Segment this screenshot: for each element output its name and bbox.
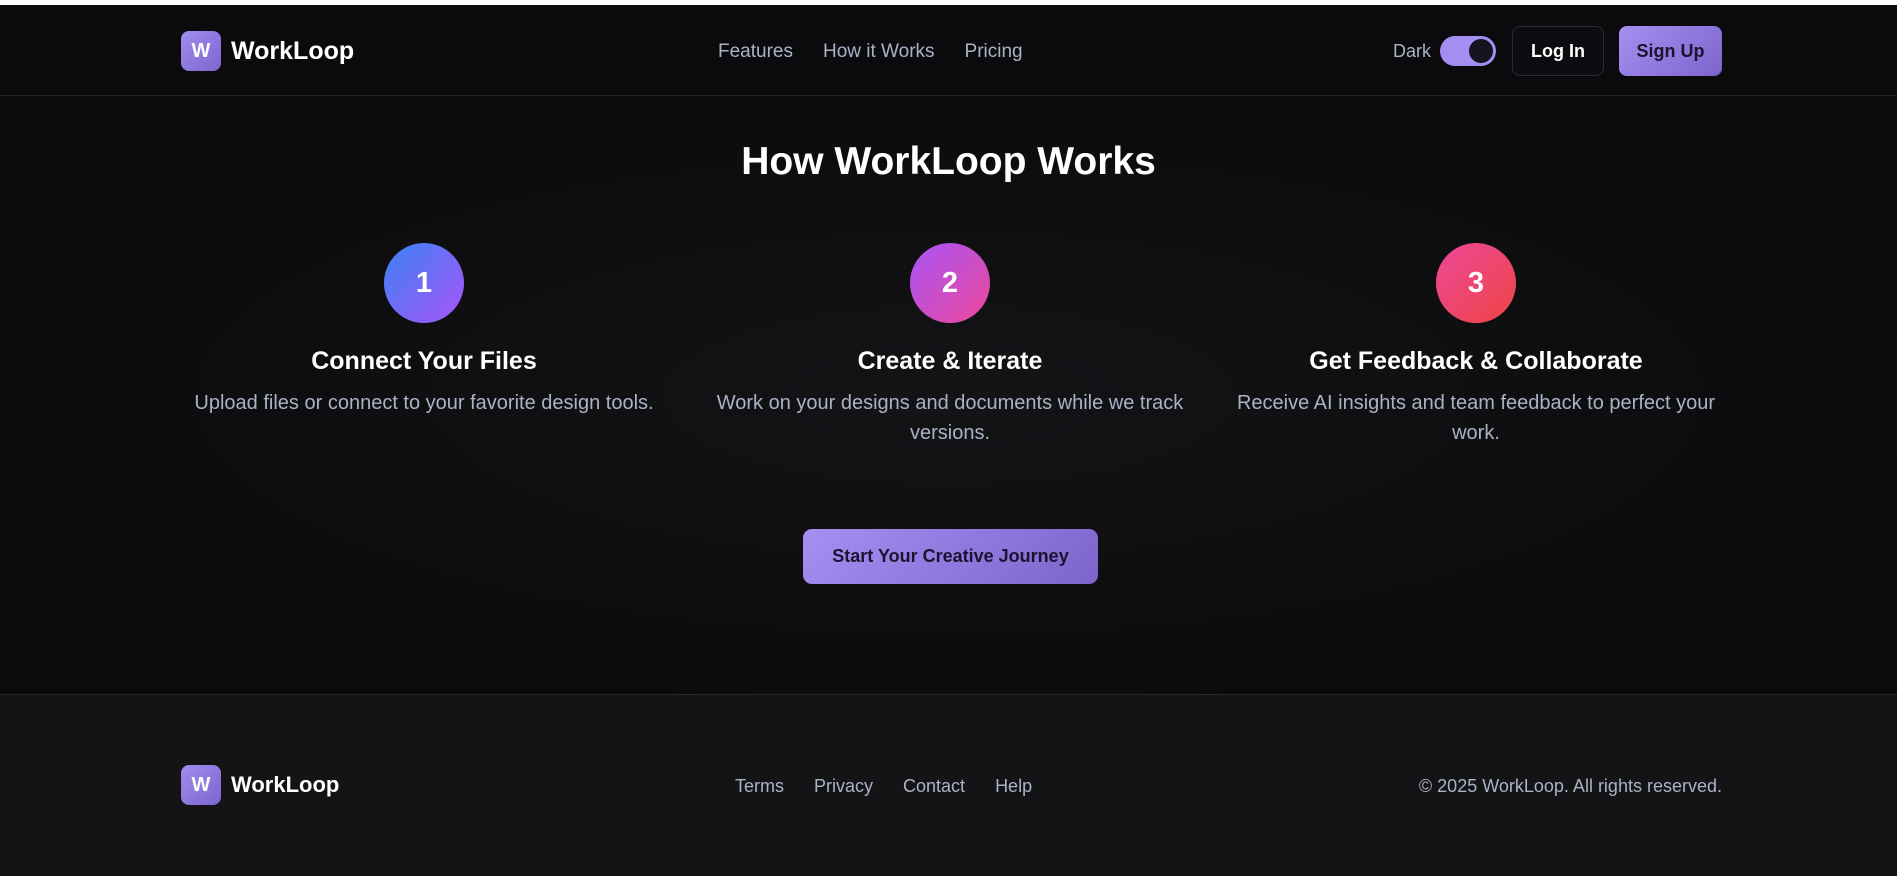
brand-logo-link[interactable]: W WorkLoop [181, 31, 354, 71]
footer-link-contact[interactable]: Contact [903, 776, 965, 797]
footer-link-help[interactable]: Help [995, 776, 1032, 797]
how-it-works-section: How WorkLoop Works 1 Connect Your Files … [0, 97, 1897, 694]
step-card-3: 3 Get Feedback & Collaborate Receive AI … [1231, 243, 1721, 448]
step-number-badge: 3 [1436, 243, 1516, 323]
step-card-1: 1 Connect Your Files Upload files or con… [179, 243, 669, 418]
step-number-badge: 2 [910, 243, 990, 323]
footer-link-terms[interactable]: Terms [735, 776, 784, 797]
site-header: W WorkLoop Features How it Works Pricing… [0, 5, 1897, 96]
site-footer: W WorkLoop Terms Privacy Contact Help © … [0, 694, 1897, 876]
brand-name: WorkLoop [231, 36, 355, 65]
step-card-2: 2 Create & Iterate Work on your designs … [705, 243, 1195, 448]
nav-link-how-it-works[interactable]: How it Works [823, 41, 935, 63]
step-number-badge: 1 [384, 243, 464, 323]
footer-link-privacy[interactable]: Privacy [814, 776, 873, 797]
step-description: Work on your designs and documents while… [716, 392, 1184, 444]
login-button[interactable]: Log In [1512, 26, 1604, 76]
start-journey-button[interactable]: Start Your Creative Journey [803, 529, 1098, 584]
step-description: Upload files or connect to your favorite… [194, 392, 654, 414]
theme-toggle[interactable] [1440, 36, 1496, 66]
toggle-knob [1469, 39, 1493, 63]
main-nav: Features How it Works Pricing [718, 41, 1023, 63]
signup-button[interactable]: Sign Up [1619, 26, 1722, 76]
copyright-text: © 2025 WorkLoop. All rights reserved. [1418, 776, 1722, 796]
nav-link-features[interactable]: Features [718, 41, 793, 63]
step-title: Get Feedback & Collaborate [1309, 347, 1643, 375]
logo-icon: W [181, 31, 221, 71]
footer-nav: Terms Privacy Contact Help [735, 776, 1032, 797]
logo-icon: W [181, 765, 221, 805]
section-title: How WorkLoop Works [741, 140, 1156, 183]
header-actions: Dark Log In Sign Up [1393, 26, 1722, 76]
step-title: Connect Your Files [311, 347, 537, 375]
step-description: Receive AI insights and team feedback to… [1236, 392, 1716, 444]
step-title: Create & Iterate [857, 347, 1043, 375]
theme-label: Dark [1392, 40, 1431, 61]
footer-brand-link[interactable]: W WorkLoop [181, 765, 339, 805]
nav-link-pricing[interactable]: Pricing [965, 41, 1023, 63]
footer-brand-name: WorkLoop [231, 772, 340, 797]
